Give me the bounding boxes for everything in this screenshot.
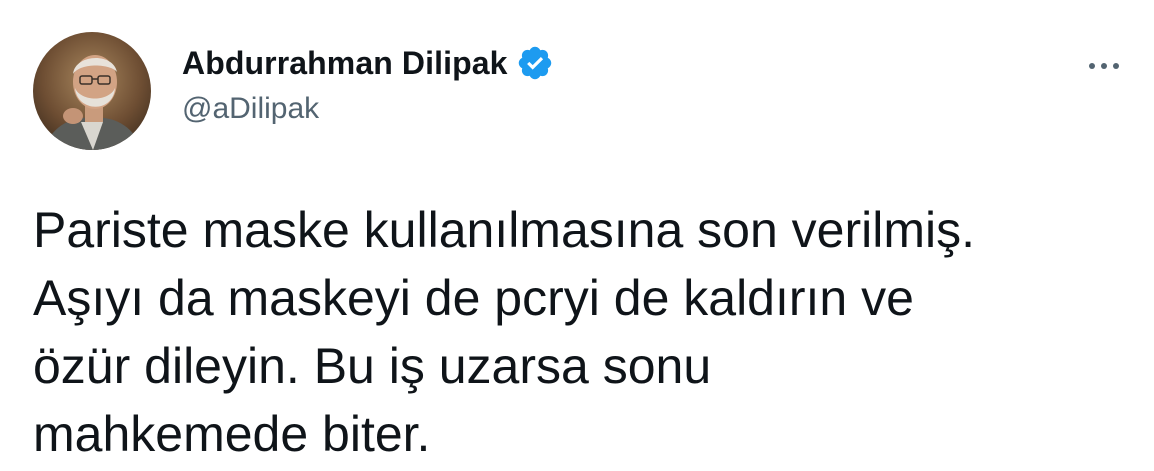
tweet-text-line: özür dileyin. Bu iş uzarsa sonu — [33, 338, 712, 394]
more-horizontal-icon — [1101, 63, 1107, 69]
more-options-button[interactable] — [1076, 46, 1132, 86]
tweet-text: Pariste maske kullanılmasına son verilmi… — [33, 196, 1133, 468]
name-row: Abdurrahman Dilipak — [182, 38, 554, 88]
tweet-text-line: Aşıyı da maskeyi de pcryi de kaldırın ve — [33, 270, 914, 326]
display-name[interactable]: Abdurrahman Dilipak — [182, 45, 508, 82]
tweet-card: Abdurrahman Dilipak @aDilipak Pariste ma… — [0, 0, 1154, 471]
avatar-photo — [33, 32, 151, 150]
more-horizontal-icon — [1089, 63, 1095, 69]
author-info: Abdurrahman Dilipak @aDilipak — [182, 38, 554, 126]
verified-badge-icon — [516, 44, 554, 82]
tweet-text-line: Pariste maske kullanılmasına son verilmi… — [33, 202, 975, 258]
tweet-text-line: mahkemede biter. — [33, 406, 431, 462]
user-handle[interactable]: @aDilipak — [182, 92, 554, 126]
more-horizontal-icon — [1113, 63, 1119, 69]
avatar[interactable] — [33, 32, 151, 150]
